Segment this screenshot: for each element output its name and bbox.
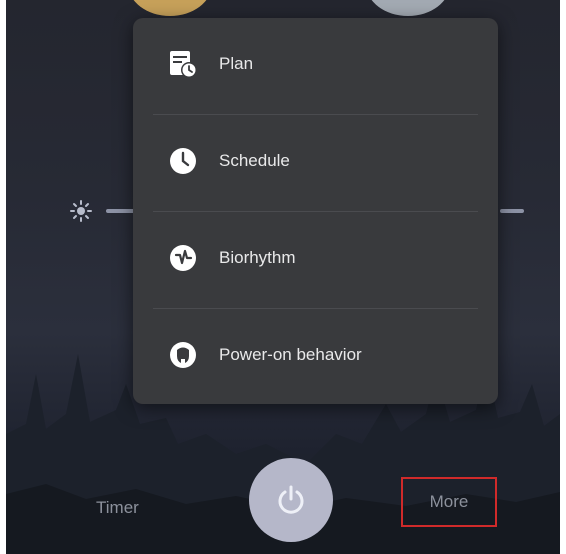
menu-item-plan[interactable]: Plan [133, 18, 498, 114]
slider-track-end[interactable] [500, 209, 524, 213]
menu-item-label: Biorhythm [219, 248, 296, 267]
menu-item-label: Power-on behavior [219, 345, 362, 364]
cool-light-preset[interactable] [366, 0, 450, 16]
biorhythm-icon [170, 245, 196, 271]
more-button[interactable]: More [401, 477, 497, 527]
menu-item-schedule[interactable]: Schedule [133, 115, 498, 211]
menu-item-biorhythm[interactable]: Biorhythm [133, 212, 498, 308]
more-menu-popup: Plan Schedule Biorhythm Power-on behavio… [133, 18, 498, 404]
clock-icon [170, 148, 196, 174]
timer-tab[interactable]: Timer [96, 498, 139, 518]
brightness-sun-icon [70, 200, 92, 222]
menu-item-label: Plan [219, 54, 254, 73]
menu-item-power-on-behavior[interactable]: Power-on behavior [133, 309, 498, 404]
more-label: More [429, 492, 469, 511]
menu-item-label: Schedule [219, 151, 290, 170]
bottom-bar: Timer More [6, 458, 560, 554]
app-screen: Plan Schedule Biorhythm Power-on behavio… [6, 0, 560, 554]
power-on-behavior-icon [170, 342, 196, 368]
warm-light-preset[interactable] [128, 0, 212, 16]
power-icon [278, 485, 304, 514]
calendar-clock-icon [170, 51, 197, 78]
power-button[interactable] [249, 458, 333, 542]
